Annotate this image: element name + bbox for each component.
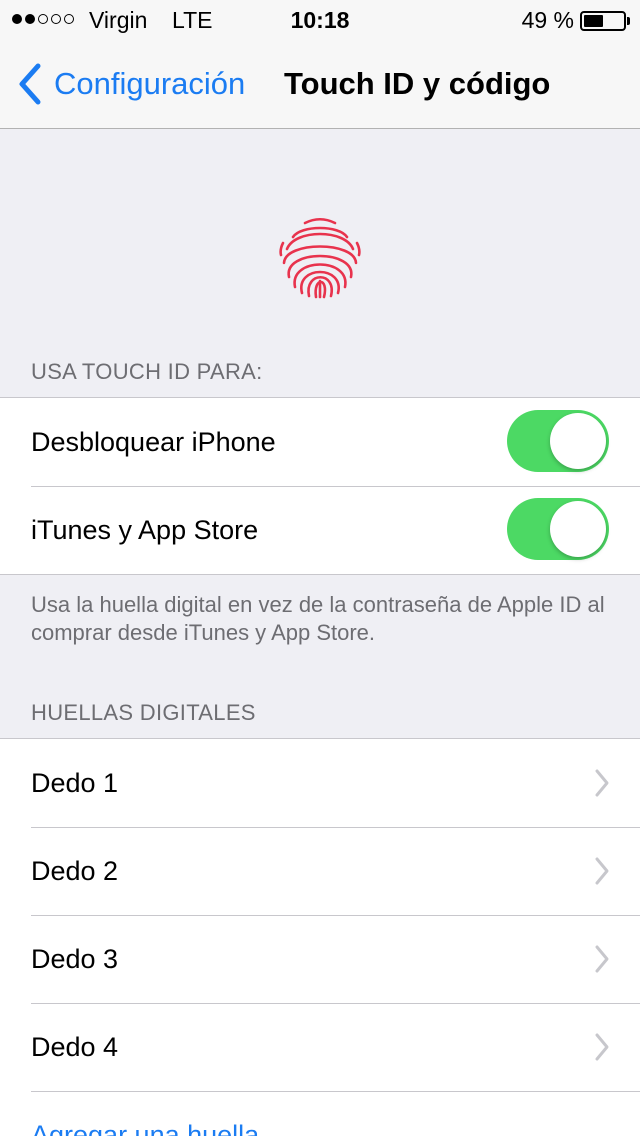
- chevron-right-icon: [595, 769, 609, 797]
- status-bar: Virgin LTE 10:18 49 %: [0, 0, 640, 40]
- battery-icon: [580, 11, 626, 31]
- battery-fill: [584, 15, 603, 27]
- chevron-right-icon: [595, 945, 609, 973]
- chevron-right-icon: [595, 857, 609, 885]
- unlock-iphone-row: Desbloquear iPhone: [0, 398, 640, 486]
- row-label: Dedo 4: [31, 1032, 119, 1062]
- fingerprints-group: Dedo 1 Dedo 2 Dedo 3 Dedo 4 Agregar una …: [0, 738, 640, 1136]
- row-label: Dedo 2: [31, 856, 119, 886]
- fingerprint-row-4[interactable]: Dedo 4: [0, 1003, 640, 1091]
- row-label: Dedo 3: [31, 944, 119, 974]
- page-title: Touch ID y código: [284, 66, 551, 101]
- back-button[interactable]: Configuración: [14, 62, 245, 106]
- itunes-app-store-toggle[interactable]: [507, 498, 609, 560]
- itunes-app-store-row: iTunes y App Store: [0, 486, 640, 574]
- fingerprints-section-header: HUELLAS DIGITALES: [31, 700, 256, 725]
- row-label: iTunes y App Store: [31, 515, 259, 545]
- fingerprint-row-3[interactable]: Dedo 3: [0, 915, 640, 1003]
- back-button-label: Configuración: [54, 66, 246, 101]
- fingerprint-row-2[interactable]: Dedo 2: [0, 827, 640, 915]
- toggle-knob: [550, 413, 606, 469]
- touch-id-options-group: Desbloquear iPhone iTunes y App Store: [0, 397, 640, 575]
- fingerprint-icon: [279, 217, 361, 299]
- add-fingerprint-row[interactable]: Agregar una huella...: [0, 1091, 640, 1136]
- touch-id-section-footer: Usa la huella digital en vez de la contr…: [31, 592, 605, 645]
- toggle-knob: [550, 501, 606, 557]
- touch-id-section-header: USA TOUCH ID PARA:: [31, 359, 263, 384]
- battery-percentage: 49 %: [521, 7, 574, 33]
- fingerprint-row-1[interactable]: Dedo 1: [0, 739, 640, 827]
- navigation-bar: Configuración Touch ID y código: [0, 40, 640, 129]
- chevron-right-icon: [595, 1033, 609, 1061]
- battery-tip: [627, 17, 630, 25]
- row-label: Desbloquear iPhone: [31, 427, 276, 457]
- unlock-iphone-toggle[interactable]: [507, 410, 609, 472]
- chevron-left-icon: [19, 63, 41, 105]
- add-fingerprint-link[interactable]: Agregar una huella...: [31, 1091, 282, 1136]
- row-label: Dedo 1: [31, 768, 119, 798]
